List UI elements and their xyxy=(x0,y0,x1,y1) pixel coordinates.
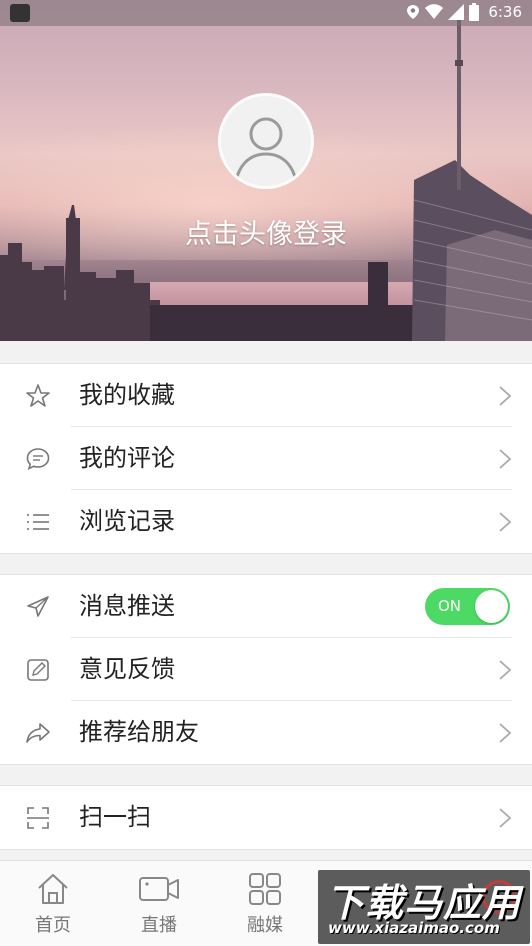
menu-item-label: 消息推送 xyxy=(79,592,175,620)
edit-icon xyxy=(27,659,49,681)
notification-icon xyxy=(10,4,30,22)
menu-item-label: 浏览记录 xyxy=(79,507,175,535)
nav-live[interactable]: 直播 xyxy=(106,861,212,946)
location-icon xyxy=(407,5,420,19)
menu-item-label: 意见反馈 xyxy=(79,655,175,683)
nav-label: 融媒 xyxy=(247,915,283,936)
list-icon xyxy=(27,514,49,530)
chevron-right-icon xyxy=(499,660,512,680)
menu-group-3: 扫一扫 xyxy=(0,785,532,850)
toggle-state-text: ON xyxy=(438,597,462,615)
chevron-right-icon xyxy=(499,386,512,406)
menu-item-label: 扫一扫 xyxy=(79,803,151,831)
status-bar: 6:36 xyxy=(0,0,532,26)
nav-media[interactable]: 融媒 xyxy=(212,861,318,946)
star-icon xyxy=(26,384,50,407)
menu-item-feedback[interactable]: 意见反馈 xyxy=(0,638,532,701)
profile-header: 点击头像登录 xyxy=(0,0,532,341)
grid-icon xyxy=(249,873,281,905)
menu-item-history[interactable]: 浏览记录 xyxy=(0,490,532,553)
nav-home[interactable]: 首页 xyxy=(0,861,106,946)
menu-item-label: 我的评论 xyxy=(79,444,175,472)
home-icon xyxy=(38,874,68,904)
chevron-right-icon xyxy=(499,512,512,532)
watermark-logo: 下载马应用 www.xiazaimao.com xyxy=(318,870,530,944)
push-toggle[interactable]: ON xyxy=(425,588,510,625)
menu-group-2: 消息推送 ON 意见反馈 推荐给朋友 xyxy=(0,574,532,765)
menu-item-comments[interactable]: 我的评论 xyxy=(0,427,532,490)
menu-item-scan[interactable]: 扫一扫 xyxy=(0,786,532,849)
chevron-right-icon xyxy=(499,449,512,469)
watermark-url: www.xiazaimao.com xyxy=(328,919,500,937)
scan-icon xyxy=(27,807,49,829)
menu-item-recommend[interactable]: 推荐给朋友 xyxy=(0,701,532,764)
clock: 6:36 xyxy=(488,3,522,21)
login-prompt[interactable]: 点击头像登录 xyxy=(0,212,532,251)
nav-label: 直播 xyxy=(141,915,177,936)
wifi-icon xyxy=(425,4,444,19)
chevron-right-icon xyxy=(499,808,512,828)
menu-item-label: 推荐给朋友 xyxy=(79,718,199,746)
battery-icon xyxy=(469,3,480,21)
menu-item-favorites[interactable]: 我的收藏 xyxy=(0,364,532,427)
share-icon xyxy=(26,723,50,743)
signal-icon xyxy=(448,4,465,20)
chevron-right-icon xyxy=(499,723,512,743)
menu-item-label: 我的收藏 xyxy=(79,381,175,409)
nav-label: 首页 xyxy=(35,915,71,936)
comment-icon xyxy=(26,448,50,470)
send-icon xyxy=(27,596,49,617)
video-icon xyxy=(139,877,179,901)
toggle-knob xyxy=(475,590,508,623)
menu-item-push-notifications: 消息推送 ON xyxy=(0,575,532,638)
avatar[interactable] xyxy=(218,93,314,189)
menu-group-1: 我的收藏 我的评论 浏览记录 xyxy=(0,363,532,554)
